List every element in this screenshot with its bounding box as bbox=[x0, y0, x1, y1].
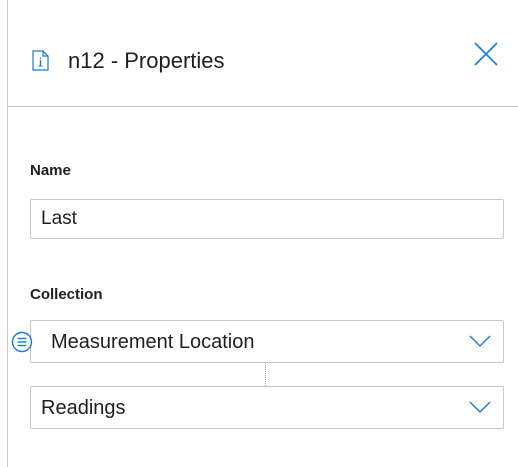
name-label: Name bbox=[30, 162, 71, 179]
properties-panel: n12 - Properties Name Collection Measure… bbox=[0, 0, 518, 467]
collection-secondary-value: Readings bbox=[41, 397, 126, 419]
document-info-icon bbox=[32, 50, 49, 71]
select-connector-line bbox=[265, 363, 266, 386]
collection-label: Collection bbox=[30, 286, 103, 303]
chevron-down-icon bbox=[469, 335, 491, 347]
panel-title: n12 - Properties bbox=[68, 48, 225, 73]
collection-primary-select[interactable]: Measurement Location bbox=[30, 320, 504, 363]
list-icon[interactable] bbox=[11, 331, 33, 353]
panel-header: n12 - Properties bbox=[8, 0, 518, 107]
close-icon[interactable] bbox=[472, 40, 500, 68]
chevron-down-icon bbox=[469, 401, 491, 413]
name-input[interactable] bbox=[30, 199, 504, 239]
collection-secondary-select[interactable]: Readings bbox=[30, 386, 504, 429]
collection-primary-value: Measurement Location bbox=[51, 331, 255, 353]
